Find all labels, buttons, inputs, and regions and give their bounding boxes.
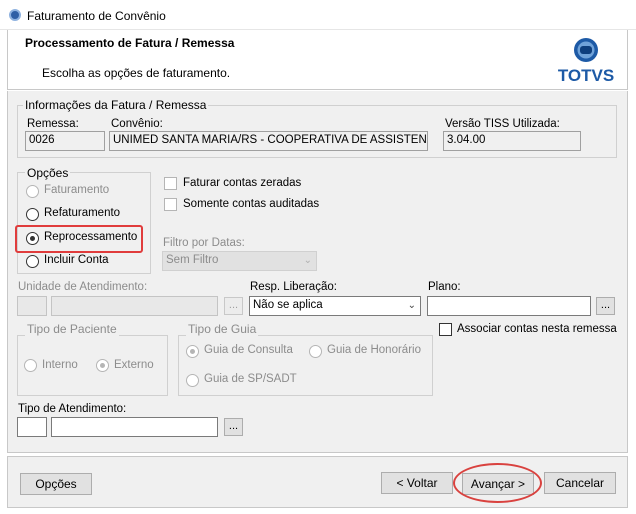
radio-refaturamento[interactable] bbox=[26, 208, 39, 221]
app-icon bbox=[9, 9, 21, 21]
tipo-atendimento-browse-button[interactable]: ... bbox=[224, 418, 243, 436]
unidade-label: Unidade de Atendimento: bbox=[18, 281, 148, 293]
highlight-oval-avancar bbox=[453, 463, 542, 503]
plano-label: Plano: bbox=[428, 281, 461, 293]
plano-browse-button[interactable]: ... bbox=[596, 297, 615, 315]
radio-externo[interactable] bbox=[96, 359, 109, 372]
info-group-legend: Informações da Fatura / Remessa bbox=[23, 98, 209, 112]
svg-text:TOTVS: TOTVS bbox=[558, 66, 614, 85]
tipo-guia-legend: Tipo de Guia bbox=[186, 322, 259, 336]
window-titlebar: Faturamento de Convênio bbox=[0, 0, 636, 30]
opcoes-button[interactable]: Opções bbox=[20, 473, 92, 495]
convenio-field[interactable]: UNIMED SANTA MARIA/RS - COOPERATIVA DE A… bbox=[109, 131, 428, 151]
filtro-label: Filtro por Datas: bbox=[163, 237, 245, 249]
radio-faturamento-label: Faturamento bbox=[44, 184, 110, 196]
radio-interno[interactable] bbox=[24, 359, 37, 372]
radio-incluir-conta[interactable] bbox=[26, 255, 39, 268]
window-title: Faturamento de Convênio bbox=[27, 9, 166, 23]
page-title: Processamento de Fatura / Remessa bbox=[25, 36, 235, 50]
radio-guia-consulta[interactable] bbox=[186, 345, 199, 358]
unidade-code-field[interactable] bbox=[17, 296, 47, 316]
radio-guia-honorario[interactable] bbox=[309, 345, 322, 358]
convenio-label: Convênio: bbox=[111, 118, 163, 130]
tipo-paciente-legend: Tipo de Paciente bbox=[25, 322, 119, 336]
radio-faturamento[interactable] bbox=[26, 185, 39, 198]
radio-externo-label: Externo bbox=[114, 359, 154, 371]
unidade-browse-button[interactable]: ... bbox=[224, 297, 243, 315]
plano-field[interactable] bbox=[427, 296, 591, 316]
check-associar-contas-label: Associar contas nesta remessa bbox=[457, 323, 617, 335]
wizard-header: Processamento de Fatura / Remessa Escolh… bbox=[7, 30, 628, 90]
filtro-select[interactable]: Sem Filtro ⌄ bbox=[162, 251, 317, 271]
tipo-atendimento-label: Tipo de Atendimento: bbox=[18, 403, 127, 415]
chevron-down-icon: ⌄ bbox=[303, 255, 312, 266]
radio-guia-spsadt-label: Guia de SP/SADT bbox=[204, 373, 297, 385]
cancelar-button[interactable]: Cancelar bbox=[544, 472, 616, 494]
tipo-atendimento-name-field[interactable] bbox=[51, 417, 218, 437]
check-contas-auditadas-label: Somente contas auditadas bbox=[183, 198, 320, 210]
highlight-box-reprocessamento bbox=[15, 225, 143, 253]
tiss-label: Versão TISS Utilizada: bbox=[445, 118, 560, 130]
filtro-value: Sem Filtro bbox=[166, 254, 219, 266]
remessa-label: Remessa: bbox=[27, 118, 79, 130]
tiss-field[interactable]: 3.04.00 bbox=[443, 131, 581, 151]
radio-guia-honorario-label: Guia de Honorário bbox=[327, 344, 421, 356]
remessa-field[interactable]: 0026 bbox=[25, 131, 105, 151]
chevron-down-icon: ⌄ bbox=[407, 300, 416, 311]
radio-refaturamento-label: Refaturamento bbox=[44, 207, 121, 219]
page-subtitle: Escolha as opções de faturamento. bbox=[42, 66, 231, 80]
check-contas-auditadas[interactable] bbox=[164, 198, 177, 211]
tipo-atendimento-code-field[interactable] bbox=[17, 417, 47, 437]
radio-interno-label: Interno bbox=[42, 359, 78, 371]
resp-select[interactable]: Não se aplica ⌄ bbox=[249, 296, 421, 316]
resp-label: Resp. Liberação: bbox=[250, 281, 337, 293]
check-associar-contas[interactable] bbox=[439, 323, 452, 336]
radio-guia-consulta-label: Guia de Consulta bbox=[204, 344, 293, 356]
unidade-name-field[interactable] bbox=[51, 296, 218, 316]
radio-incluir-conta-label: Incluir Conta bbox=[44, 254, 109, 266]
voltar-button[interactable]: < Voltar bbox=[381, 472, 453, 494]
totvs-logo-icon: TOTVS bbox=[558, 38, 614, 85]
opcoes-group-legend: Opções bbox=[25, 166, 71, 180]
resp-value: Não se aplica bbox=[253, 299, 323, 311]
totvs-logo: TOTVS bbox=[555, 36, 617, 86]
check-contas-zeradas-label: Faturar contas zeradas bbox=[183, 177, 302, 189]
check-contas-zeradas[interactable] bbox=[164, 177, 177, 190]
radio-guia-spsadt[interactable] bbox=[186, 374, 199, 387]
